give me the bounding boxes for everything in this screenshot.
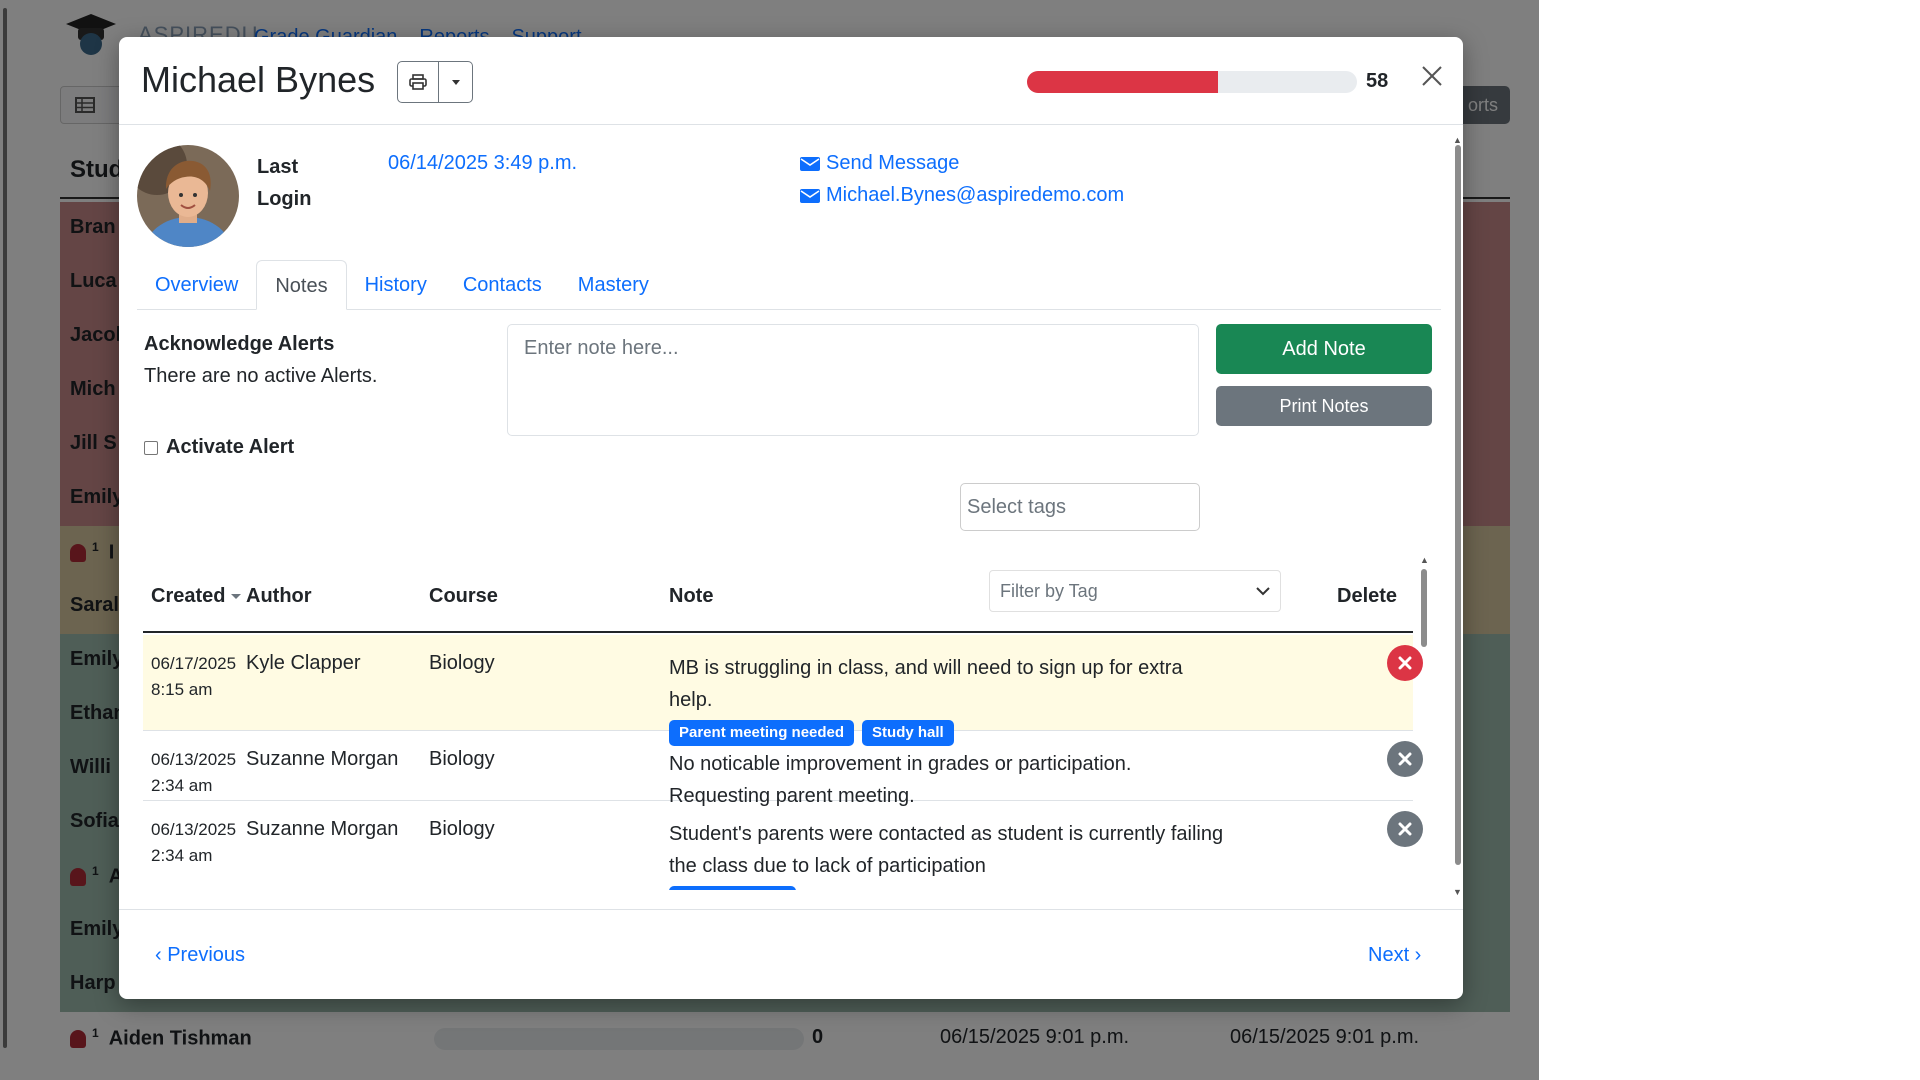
print-button-group (397, 61, 473, 103)
note-course: Biology (429, 652, 495, 674)
tab-history[interactable]: History (347, 260, 445, 310)
note-author: Suzanne Morgan (246, 818, 399, 840)
note-row: 06/13/2025 2:34 am Suzanne Morgan Biology St… (143, 801, 1423, 890)
add-note-button[interactable]: Add Note (1216, 324, 1432, 374)
chevron-down-icon (1256, 586, 1270, 595)
scroll-thumb[interactable] (1455, 145, 1461, 865)
notes-table-header: Created Author Course Note Filter by Tag… (143, 545, 1413, 633)
modal-body-scrollbar[interactable]: ▲ ▼ (1453, 135, 1462, 897)
column-author: Author (246, 585, 312, 607)
tab-notes[interactable]: Notes (256, 260, 347, 310)
score-progress-bar (1027, 71, 1357, 93)
last-login-label: Last Login (257, 156, 312, 210)
note-author: Suzanne Morgan (246, 748, 399, 770)
modal-header: Michael Bynes 58 (119, 37, 1463, 125)
note-row: 06/17/2025 8:15 am Kyle Clapper Biology MB i… (143, 635, 1423, 746)
close-icon (1422, 66, 1442, 86)
student-tabs: Overview Notes History Contacts Mastery (137, 260, 1441, 310)
note-input[interactable] (507, 324, 1199, 436)
modal-body: ▲ ▼ Last Login 06/14/2025 3:49 p.m. Send… (119, 125, 1463, 909)
student-photo (137, 145, 239, 247)
note-course: Biology (429, 748, 495, 770)
note-author: Kyle Clapper (246, 652, 361, 674)
note-date: 06/13/2025 (151, 820, 237, 839)
next-student-link[interactable]: Next › (1368, 944, 1421, 967)
send-message-label: Send Message (826, 152, 960, 174)
tab-overview[interactable]: Overview (137, 260, 256, 310)
filter-by-tag-label: Filter by Tag (1000, 580, 1098, 601)
activate-alert-checkbox[interactable] (144, 440, 158, 455)
delete-note-button[interactable] (1387, 741, 1423, 777)
print-button[interactable] (397, 61, 439, 103)
activate-alert-label: Activate Alert (166, 436, 295, 458)
column-note: Note (669, 585, 714, 607)
filter-by-tag-select[interactable]: Filter by Tag (989, 570, 1281, 612)
note-date: 06/13/2025 (151, 750, 237, 769)
modal-footer: ‹ Previous Next › (119, 909, 1463, 999)
sort-desc-icon (231, 594, 242, 600)
close-button[interactable] (1415, 59, 1449, 93)
delete-note-button[interactable] (1387, 811, 1423, 847)
tab-mastery[interactable]: Mastery (560, 260, 667, 310)
note-text: Student's parents were contacted as stud… (669, 823, 1224, 877)
note-course: Biology (429, 818, 495, 840)
score-progress-fill (1027, 71, 1219, 93)
scroll-down-icon[interactable]: ▼ (1453, 887, 1462, 897)
delete-x-icon (1398, 822, 1412, 836)
note-created: 06/17/2025 8:15 am (151, 651, 236, 703)
print-dropdown-toggle[interactable] (439, 61, 473, 103)
tab-contacts[interactable]: Contacts (445, 260, 560, 310)
tag-badge: Parent Contact (669, 886, 796, 890)
student-avatar (137, 145, 239, 247)
delete-x-icon (1398, 752, 1412, 766)
note-text: MB is struggling in class, and will need… (669, 657, 1183, 711)
note-date: 06/17/2025 (151, 654, 237, 673)
delete-note-button[interactable] (1387, 645, 1423, 681)
email-link[interactable]: Michael.Bynes@aspiredemo.com (800, 184, 1124, 207)
note-time: 2:34 am (151, 846, 213, 865)
acknowledge-alerts-title: Acknowledge Alerts (144, 333, 335, 355)
scroll-up-icon[interactable]: ▲ (1453, 135, 1462, 145)
select-tags-input[interactable] (960, 483, 1200, 531)
student-detail-modal: Michael Bynes 58 ▲ ▼ Last Login 06/14/20… (119, 37, 1463, 999)
last-login-value: 06/14/2025 3:49 p.m. (388, 152, 578, 174)
note-created: 06/13/2025 2:34 am (151, 817, 236, 869)
score-value: 58 (1366, 70, 1389, 92)
note-row: 06/13/2025 2:34 am Suzanne Morgan Biology No… (143, 731, 1423, 807)
email-address: Michael.Bynes@aspiredemo.com (826, 184, 1125, 206)
send-message-link[interactable]: Send Message (800, 152, 959, 175)
note-created: 06/13/2025 2:34 am (151, 747, 236, 799)
envelope-icon (800, 156, 820, 171)
activate-alert-option[interactable]: Activate Alert (144, 436, 294, 459)
delete-x-icon (1398, 656, 1412, 670)
note-time: 8:15 am (151, 680, 213, 699)
student-name-title: Michael Bynes (141, 59, 376, 100)
column-delete: Delete (1337, 585, 1398, 607)
no-active-alerts-text: There are no active Alerts. (144, 365, 378, 387)
previous-student-link[interactable]: ‹ Previous (155, 944, 245, 967)
column-course: Course (429, 585, 498, 607)
print-notes-button[interactable]: Print Notes (1216, 386, 1432, 426)
column-created-label: Created (151, 585, 226, 607)
envelope-icon (800, 188, 820, 203)
caret-down-icon (451, 79, 460, 85)
note-tags: Parent Contact (669, 886, 1229, 890)
note-time: 2:34 am (151, 776, 213, 795)
notes-table: Created Author Course Note Filter by Tag… (143, 545, 1443, 890)
printer-icon (409, 74, 427, 90)
note-text-cell: Student's parents were contacted as stud… (669, 818, 1229, 890)
column-created[interactable]: Created (151, 585, 242, 608)
